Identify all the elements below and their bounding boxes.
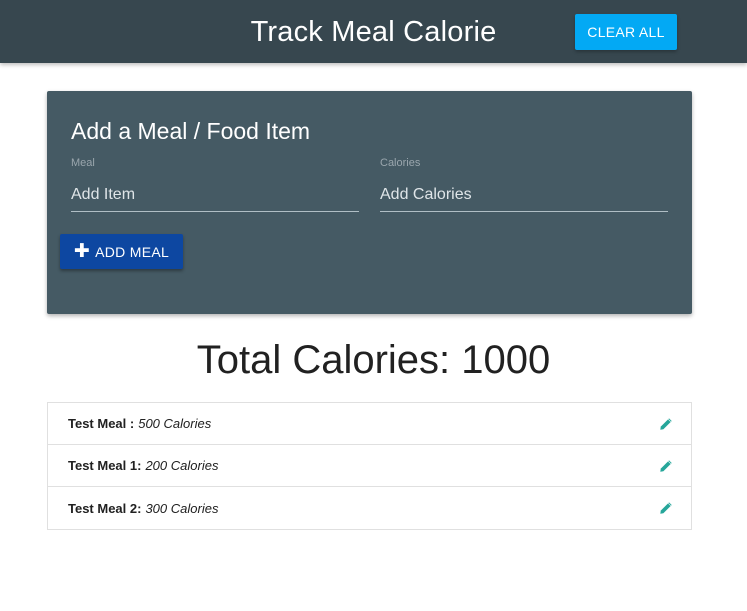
clear-all-button[interactable]: CLEAR ALL	[575, 14, 677, 50]
calories-input[interactable]	[380, 178, 668, 212]
meal-input[interactable]	[71, 178, 359, 212]
meal-name: Test Meal 2:	[68, 500, 142, 516]
pencil-icon[interactable]	[659, 417, 673, 431]
meal-name: Test Meal :	[68, 416, 135, 431]
meal-label: Meal	[71, 157, 95, 169]
pencil-icon[interactable]	[659, 501, 673, 515]
list-item: Test Meal : 500 Calories	[48, 403, 691, 445]
calories-label: Calories	[380, 157, 421, 169]
list-item: Test Meal 1: 200 Calories	[48, 445, 691, 487]
list-item: Test Meal 2: 300 Calories	[48, 487, 691, 529]
meal-name: Test Meal 1:	[68, 458, 142, 473]
meal-calories: 200 Calories	[145, 458, 219, 473]
total-calories: Total Calories: 1000	[196, 338, 551, 382]
navbar: Track Meal Calorie CLEAR ALL	[0, 0, 747, 63]
add-meal-label: ADD MEAL	[95, 243, 170, 260]
meal-list: Test Meal : 500 Calories Test Meal 1: 20…	[47, 402, 692, 530]
meal-field: Meal	[71, 157, 359, 213]
form-title: Add a Meal / Food Item	[71, 118, 311, 144]
pencil-icon[interactable]	[659, 459, 673, 473]
meal-calories: 500 Calories	[138, 416, 212, 431]
plus-icon: ✚	[73, 241, 91, 262]
meal-calories: 300 Calories	[145, 500, 219, 516]
add-meal-card: Add a Meal / Food Item Meal Calories ✚ A…	[47, 91, 692, 314]
add-meal-button[interactable]: ✚ ADD MEAL	[60, 234, 183, 269]
calories-field: Calories	[380, 157, 668, 213]
